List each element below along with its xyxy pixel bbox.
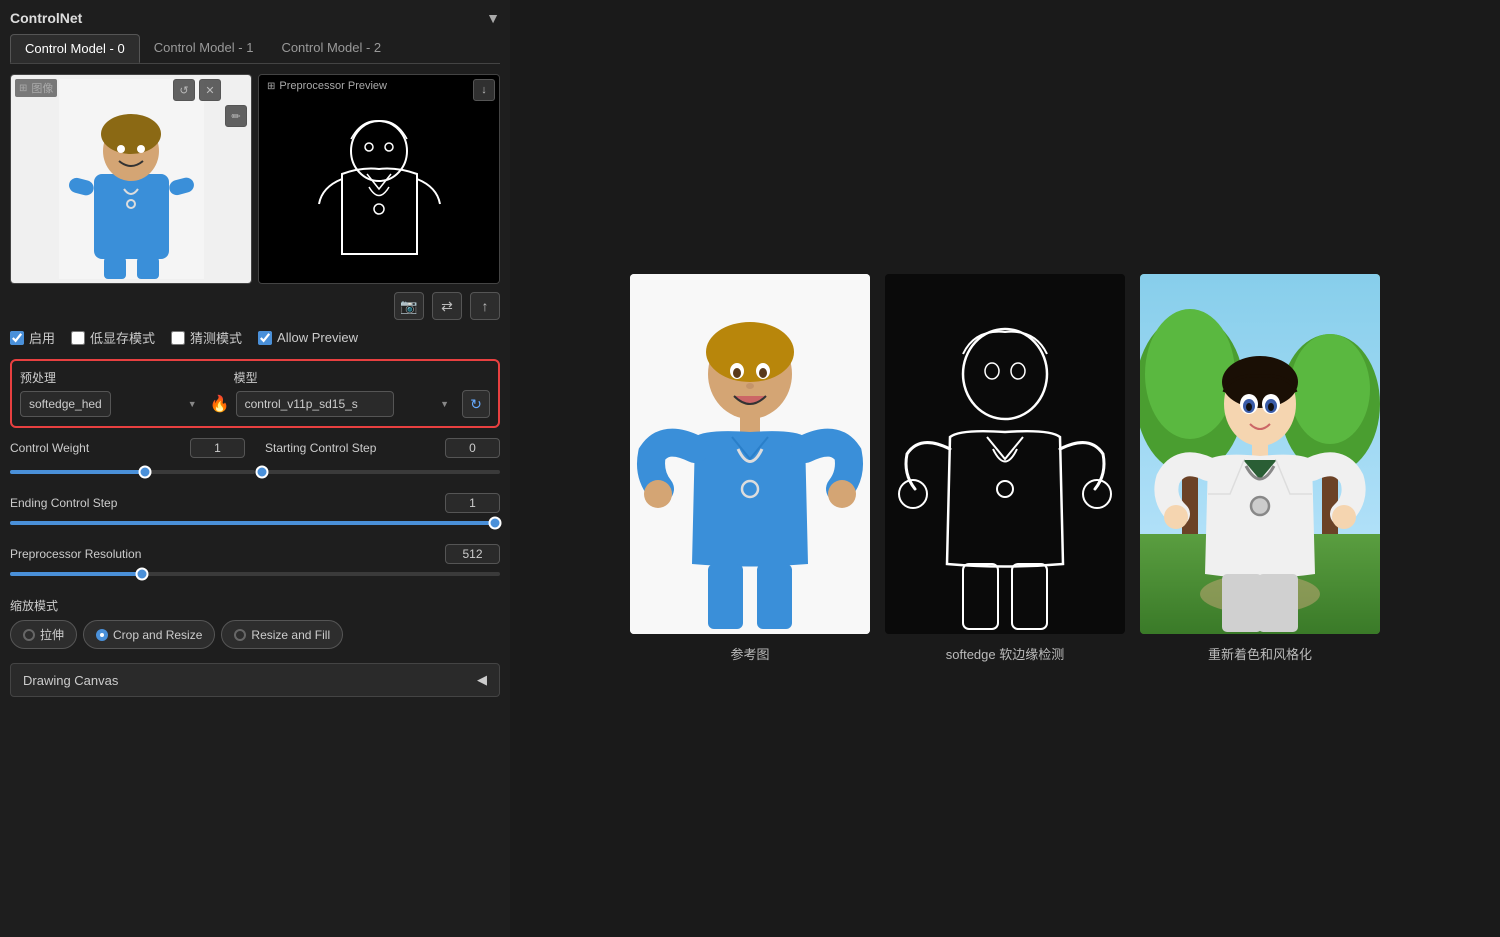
camera-button[interactable]: 📷 (394, 292, 424, 320)
scale-mode-buttons: 拉伸 Crop and Resize Resize and Fill (10, 620, 500, 649)
results-grid: 参考图 (630, 274, 1380, 663)
starting-step-header: Starting Control Step 0 (265, 438, 500, 458)
preview-panel-controls: ↓ (473, 79, 495, 101)
weight-step-row: Control Weight 1 Starting Control Step 0 (10, 438, 500, 461)
collapse-button[interactable]: ▼ (486, 10, 500, 26)
scale-resize-fill-button[interactable]: Resize and Fill (221, 620, 343, 649)
allow-preview-checkbox[interactable]: Allow Preview (258, 330, 358, 345)
reference-label: 参考图 (730, 644, 769, 663)
starting-step-value: 0 (445, 438, 500, 458)
image-panel-controls: ↺ ✕ ✏ (173, 79, 247, 127)
edge-image (885, 274, 1125, 634)
enable-checkbox[interactable]: 启用 (10, 328, 55, 347)
low-vram-checkbox[interactable]: 低显存模式 (71, 328, 155, 347)
drawing-canvas-button[interactable]: Drawing Canvas ◀ (10, 663, 500, 697)
model-controls: softedge_hed none canny 🔥 control_v11p_s… (20, 390, 490, 418)
results-panel: 参考图 (510, 0, 1500, 937)
model-refresh-button[interactable]: ↻ (462, 390, 490, 418)
stretch-radio (23, 629, 35, 641)
guess-mode-checkbox[interactable]: 猜测模式 (171, 328, 242, 347)
resize-fill-label: Resize and Fill (251, 628, 330, 642)
swap-button[interactable]: ⇄ (432, 292, 462, 320)
preprocessor-res-header: Preprocessor Resolution 512 (10, 544, 500, 564)
control-weight-header: Control Weight 1 (10, 438, 245, 458)
preprocessor-section-label: 预处理 (20, 369, 234, 386)
low-vram-input[interactable] (71, 331, 85, 345)
starting-step-track (260, 470, 500, 474)
preprocessor-model-section: 预处理 模型 softedge_hed none canny 🔥 control… (10, 359, 500, 428)
allow-preview-label: Allow Preview (277, 330, 358, 345)
preprocessor-preview-panel: ⊞ Preprocessor Preview ↓ (258, 74, 500, 284)
edge-label: softedge 软边缘检测 (946, 644, 1065, 663)
guess-mode-input[interactable] (171, 331, 185, 345)
tab-control-model-2[interactable]: Control Model - 2 (267, 34, 395, 63)
panel-header: ControlNet ▼ (10, 10, 500, 26)
rotate-image-button[interactable]: ↺ (173, 79, 195, 101)
tab-control-model-0[interactable]: Control Model - 0 (10, 34, 140, 63)
styled-image (1140, 274, 1380, 634)
ending-step-slider (10, 516, 500, 532)
action-row: 📷 ⇄ ↑ (10, 292, 500, 320)
starting-step-label: Starting Control Step (265, 441, 376, 455)
drawing-canvas-icon: ◀ (477, 672, 487, 688)
close-image-button[interactable]: ✕ (199, 79, 221, 101)
starting-step-section: Starting Control Step 0 (265, 438, 500, 461)
crop-resize-radio (96, 629, 108, 641)
allow-preview-input[interactable] (258, 331, 272, 345)
model-dropdown[interactable]: control_v11p_sd15_s control_v11p_sd15_ca… (236, 391, 394, 417)
enable-input[interactable] (10, 331, 24, 345)
preprocessor-dropdown-wrapper: softedge_hed none canny (20, 391, 204, 417)
model-dropdown-wrapper: control_v11p_sd15_s control_v11p_sd15_ca… (236, 391, 456, 417)
model-section-label: 模型 (234, 369, 490, 386)
ending-step-label: Ending Control Step (10, 496, 117, 510)
weight-step-slider-row (10, 465, 500, 481)
preview-image (259, 75, 499, 283)
control-weight-section: Control Weight 1 (10, 438, 245, 461)
source-image-panel: ⊞ 图像 ↺ ✕ ✏ (10, 74, 252, 284)
scale-mode-label: 缩放模式 (10, 597, 500, 614)
model-tabs: Control Model - 0 Control Model - 1 Cont… (10, 34, 500, 64)
preprocessor-res-value: 512 (445, 544, 500, 564)
image-panel-label: ⊞ 图像 (15, 79, 57, 97)
reference-image (630, 274, 870, 634)
options-row: 启用 低显存模式 猜测模式 Allow Preview (10, 328, 500, 347)
preprocessor-res-label: Preprocessor Resolution (10, 547, 141, 561)
upload-button[interactable]: ↑ (470, 292, 500, 320)
preprocessor-res-slider (10, 567, 500, 583)
drawing-canvas-label: Drawing Canvas (23, 673, 118, 688)
scale-crop-resize-button[interactable]: Crop and Resize (83, 620, 215, 649)
result-reference: 参考图 (630, 274, 870, 663)
scale-stretch-button[interactable]: 拉伸 (10, 620, 77, 649)
crop-resize-label: Crop and Resize (113, 628, 202, 642)
fire-icon: 🔥 (210, 394, 230, 414)
styled-label: 重新着色和风格化 (1208, 644, 1312, 663)
ending-step-value: 1 (445, 493, 500, 513)
panel-title: ControlNet (10, 10, 82, 26)
control-weight-track (10, 470, 255, 474)
resize-fill-radio (234, 629, 246, 641)
scale-mode-section: 缩放模式 拉伸 Crop and Resize Resize and Fill (10, 597, 500, 649)
preprocessor-dropdown[interactable]: softedge_hed none canny (20, 391, 111, 417)
download-preview-button[interactable]: ↓ (473, 79, 495, 101)
image-row: ⊞ 图像 ↺ ✕ ✏ (10, 74, 500, 284)
preview-panel-label: ⊞ Preprocessor Preview (263, 79, 391, 93)
model-row-labels: 预处理 模型 (20, 369, 490, 386)
pen-image-button[interactable]: ✏ (225, 105, 247, 127)
result-styled: 重新着色和风格化 (1140, 274, 1380, 663)
low-vram-label: 低显存模式 (90, 328, 155, 347)
ending-step-header: Ending Control Step 1 (10, 493, 500, 513)
tab-control-model-1[interactable]: Control Model - 1 (140, 34, 268, 63)
control-net-panel: ControlNet ▼ Control Model - 0 Control M… (0, 0, 510, 937)
control-weight-value: 1 (190, 438, 245, 458)
result-edge: softedge 软边缘检测 (885, 274, 1125, 663)
stretch-label: 拉伸 (40, 626, 64, 643)
control-weight-label: Control Weight (10, 441, 110, 455)
guess-mode-label: 猜测模式 (190, 328, 242, 347)
enable-label: 启用 (29, 328, 55, 347)
